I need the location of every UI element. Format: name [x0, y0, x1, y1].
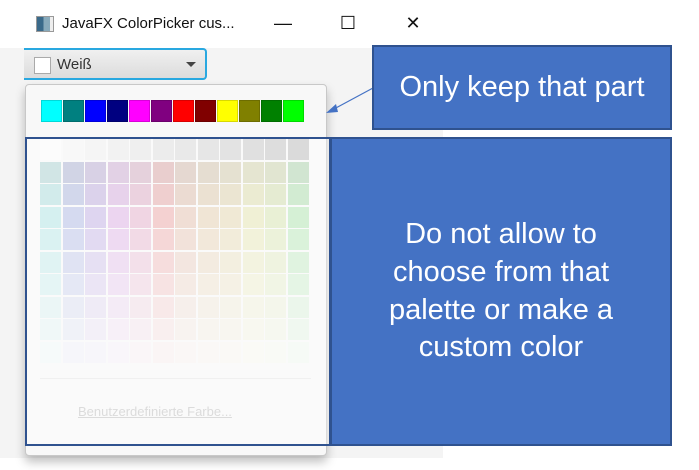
callout-disallow: Do not allow to choose from that palette… [330, 137, 672, 446]
callout-keep: Only keep that part [372, 45, 672, 130]
callout-disallow-text: Do not allow to choose from that palette… [388, 218, 614, 364]
arrow-head [326, 104, 338, 113]
callout-keep-text: Only keep that part [399, 71, 645, 103]
arrow-line [333, 87, 374, 110]
